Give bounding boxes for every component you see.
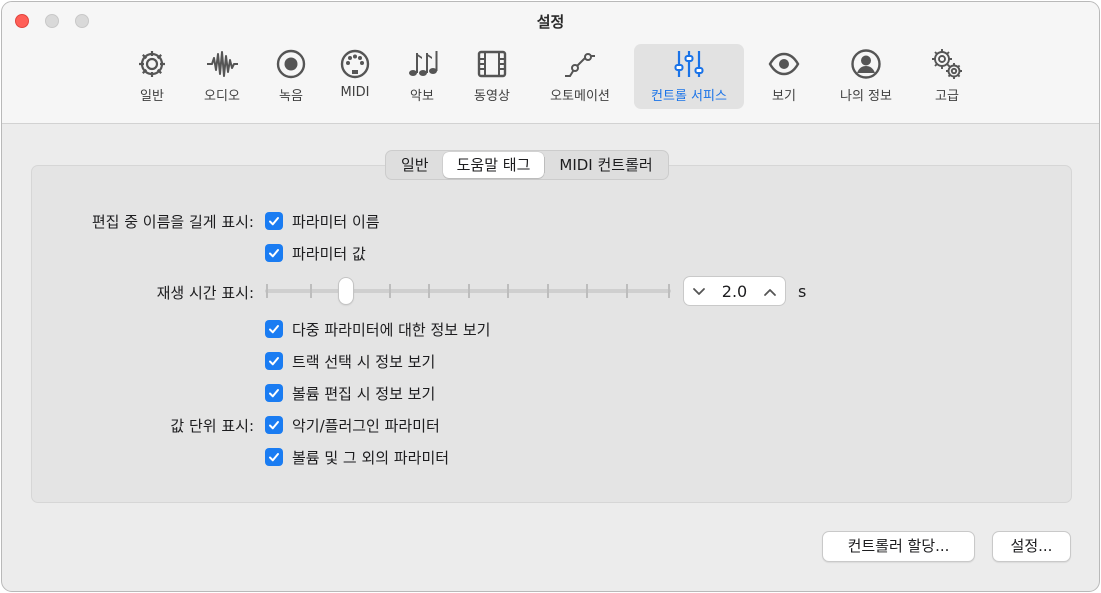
slider-tick: [547, 284, 549, 298]
checkbox-label: 볼륨 편집 시 정보 보기: [292, 384, 436, 403]
toolbar-label: 고급: [935, 89, 959, 104]
slider-tick: [310, 284, 312, 298]
settings-window: 설정 일반 오디오 녹음 MIDI 악보 동영상 오토메이션 컨트롤 서피스 보…: [1, 1, 1100, 592]
value-unit-label: 값 단위 표시:: [170, 417, 254, 435]
multi-param-checkbox[interactable]: 다중 파라미터에 대한 정보 보기: [265, 319, 490, 339]
setup-button[interactable]: 설정...: [992, 531, 1071, 562]
toolbar-label: 오디오: [204, 89, 240, 104]
stepper-value: 2.0: [721, 281, 748, 301]
toolbar-label: 동영상: [474, 89, 510, 104]
toolbar-advanced[interactable]: 고급: [914, 44, 980, 109]
slider-tick: [428, 284, 430, 298]
track-select-checkbox[interactable]: 트랙 선택 시 정보 보기: [265, 351, 435, 371]
slider-tick: [586, 284, 588, 298]
duration-unit: s: [798, 282, 807, 301]
duration-label: 재생 시간 표시:: [156, 284, 254, 302]
checkmark-icon: [265, 320, 283, 338]
slider-tick: [626, 284, 628, 298]
volume-edit-checkbox[interactable]: 볼륨 편집 시 정보 보기: [265, 383, 435, 403]
slider-knob[interactable]: [339, 278, 353, 304]
toolbar-audio[interactable]: 오디오: [189, 44, 255, 109]
checkbox-label: 볼륨 및 그 외의 파라미터: [292, 448, 450, 467]
tab-general[interactable]: 일반: [387, 152, 443, 178]
tab-bar: 일반 도움말 태그 MIDI 컨트롤러: [385, 150, 669, 180]
automation-curve-icon: [563, 47, 597, 81]
toolbar-label: 보기: [772, 89, 796, 104]
slider-tick: [468, 284, 470, 298]
music-notes-icon: [405, 47, 439, 81]
long-name-label: 편집 중 이름을 길게 표시:: [91, 213, 254, 231]
toolbar-view[interactable]: 보기: [751, 44, 817, 109]
checkbox-label: 파라미터 이름: [292, 212, 380, 231]
param-name-checkbox[interactable]: 파라미터 이름: [265, 211, 380, 231]
toolbar-label: 나의 정보: [840, 89, 892, 104]
slider-tick: [507, 284, 509, 298]
slider-tick: [266, 284, 268, 298]
toolbar-score[interactable]: 악보: [389, 44, 455, 109]
toolbar-label: 오토메이션: [550, 89, 610, 104]
toolbar-midi[interactable]: MIDI: [322, 44, 388, 109]
eye-icon: [767, 47, 801, 81]
person-icon: [849, 47, 883, 81]
duration-stepper[interactable]: 2.0: [683, 276, 786, 306]
checkmark-icon: [265, 352, 283, 370]
checkmark-icon: [265, 212, 283, 230]
checkbox-label: 악기/플러그인 파라미터: [292, 416, 440, 435]
checkbox-label: 파라미터 값: [292, 244, 366, 263]
toolbar-label: MIDI: [340, 85, 370, 100]
checkmark-icon: [265, 384, 283, 402]
toolbar-record[interactable]: 녹음: [258, 44, 324, 109]
gear-icon: [135, 47, 169, 81]
toolbar-label: 녹음: [279, 89, 303, 104]
checkmark-icon: [265, 244, 283, 262]
toolbar-label: 컨트롤 서피스: [651, 89, 727, 104]
toolbar-control-surfaces[interactable]: 컨트롤 서피스: [634, 44, 744, 109]
window-title: 설정: [536, 13, 565, 31]
volume-other-checkbox[interactable]: 볼륨 및 그 외의 파라미터: [265, 447, 449, 467]
checkbox-label: 트랙 선택 시 정보 보기: [292, 352, 436, 371]
chevron-down-icon[interactable]: [692, 282, 706, 301]
record-icon: [274, 47, 308, 81]
sliders-icon: [672, 47, 706, 81]
toolbar-label: 일반: [140, 89, 164, 104]
controller-assign-button[interactable]: 컨트롤러 할당...: [822, 531, 975, 562]
duration-slider[interactable]: [265, 278, 671, 304]
checkbox-label: 다중 파라미터에 대한 정보 보기: [292, 320, 491, 339]
param-value-checkbox[interactable]: 파라미터 값: [265, 243, 366, 263]
toolbar-general[interactable]: 일반: [119, 44, 185, 109]
checkmark-icon: [265, 448, 283, 466]
waveform-icon: [205, 47, 239, 81]
toolbar-my-info[interactable]: 나의 정보: [830, 44, 902, 109]
midi-port-icon: [338, 47, 372, 81]
slider-tick: [389, 284, 391, 298]
toolbar-label: 악보: [410, 89, 434, 104]
tab-help-tags[interactable]: 도움말 태그: [442, 152, 545, 178]
checkmark-icon: [265, 416, 283, 434]
window-toolbar: 설정 일반 오디오 녹음 MIDI 악보 동영상 오토메이션 컨트롤 서피스 보…: [2, 2, 1099, 124]
toolbar-movie[interactable]: 동영상: [459, 44, 525, 109]
gears-icon: [930, 47, 964, 81]
slider-tick: [668, 284, 670, 298]
instrument-plugin-checkbox[interactable]: 악기/플러그인 파라미터: [265, 415, 440, 435]
toolbar-automation[interactable]: 오토메이션: [539, 44, 621, 109]
tab-midi-controller[interactable]: MIDI 컨트롤러: [545, 152, 666, 178]
chevron-up-icon[interactable]: [763, 282, 777, 301]
film-icon: [475, 47, 509, 81]
